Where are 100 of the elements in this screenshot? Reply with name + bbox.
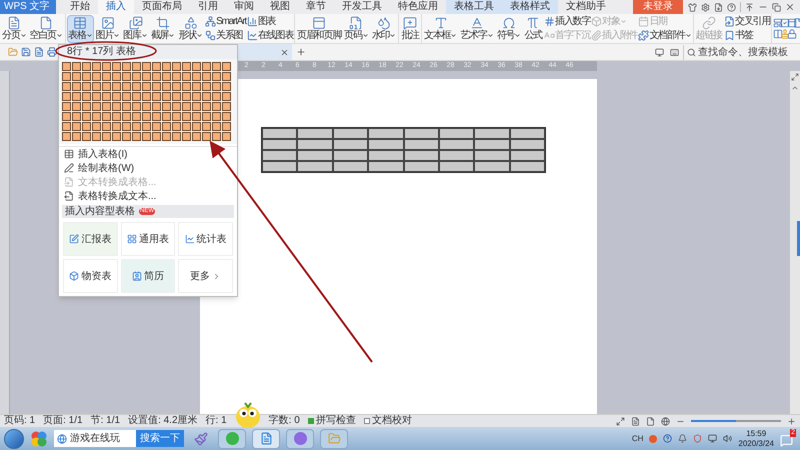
paint-icon[interactable] xyxy=(194,432,208,446)
grid-cell[interactable] xyxy=(112,72,121,81)
ribbon-button[interactable]: 公式 xyxy=(523,14,543,42)
colorful-app-icon[interactable] xyxy=(30,430,48,448)
grid-cell[interactable] xyxy=(192,122,201,131)
grid-cell[interactable] xyxy=(62,82,71,91)
grid-cell[interactable] xyxy=(202,92,211,101)
grid-cell[interactable] xyxy=(102,132,111,141)
grid-cell[interactable] xyxy=(102,112,111,121)
ribbon-button[interactable]: 图库 xyxy=(122,14,149,42)
grid-cell[interactable] xyxy=(62,72,71,81)
grid-cell[interactable] xyxy=(72,62,81,71)
grid-cell[interactable] xyxy=(162,92,171,101)
close-icon[interactable] xyxy=(785,2,795,12)
ribbon-button[interactable]: 艺术字 xyxy=(459,14,495,42)
grid-cell[interactable] xyxy=(142,72,151,81)
menu-item[interactable]: 绘制表格(W) xyxy=(59,161,237,175)
grid-cell[interactable] xyxy=(112,112,121,121)
grid-cell[interactable] xyxy=(62,92,71,101)
close-icon[interactable] xyxy=(280,48,289,56)
panel-icon[interactable] xyxy=(786,18,797,28)
grid-cell[interactable] xyxy=(142,62,151,71)
menu-tab[interactable]: 表格工具 xyxy=(446,0,502,14)
grid-cell[interactable] xyxy=(192,72,201,81)
shirt-icon[interactable] xyxy=(688,2,697,12)
zoom-in-icon[interactable] xyxy=(787,416,796,426)
grid-cell[interactable] xyxy=(162,112,171,121)
grid-cell[interactable] xyxy=(122,82,131,91)
grid-cell[interactable] xyxy=(92,132,101,141)
grid-cell[interactable] xyxy=(192,92,201,101)
grid-cell[interactable] xyxy=(172,92,181,101)
page-icon[interactable] xyxy=(646,416,655,426)
grid-cell[interactable] xyxy=(112,62,121,71)
grid-cell[interactable] xyxy=(212,82,221,91)
ribbon-button[interactable]: 批注 xyxy=(400,14,420,42)
ribbon-button[interactable]: 空白页 xyxy=(28,14,64,42)
grid-cell[interactable] xyxy=(82,122,91,131)
grid-cell[interactable] xyxy=(202,72,211,81)
grid-cell[interactable] xyxy=(152,132,161,141)
grid-cell[interactable] xyxy=(172,112,181,121)
grid-cell[interactable] xyxy=(112,122,121,131)
grid-cell[interactable] xyxy=(112,92,121,101)
grid-cell[interactable] xyxy=(222,132,231,141)
template-card[interactable]: 物资表 xyxy=(63,259,118,293)
grid-cell[interactable] xyxy=(172,72,181,81)
grid-cell[interactable] xyxy=(132,122,141,131)
grid-cell[interactable] xyxy=(112,132,121,141)
grid-cell[interactable] xyxy=(92,112,101,121)
menu-tab[interactable]: 插入 xyxy=(98,0,134,14)
template-card[interactable]: 通用表 xyxy=(120,222,176,256)
grid-cell[interactable] xyxy=(132,72,141,81)
grid-cell[interactable] xyxy=(142,102,151,111)
ribbon-button[interactable]: 在线图表 xyxy=(246,30,294,42)
grid-cell[interactable] xyxy=(82,62,91,71)
notification-icon[interactable] xyxy=(780,434,793,446)
grid-cell[interactable] xyxy=(162,102,171,111)
grid-cell[interactable] xyxy=(222,102,231,111)
ribbon-button[interactable]: 页码 xyxy=(343,14,370,42)
grid-cell[interactable] xyxy=(162,122,171,131)
volume-icon[interactable] xyxy=(723,434,732,443)
web-search-field[interactable]: 游戏在线玩 xyxy=(54,430,136,447)
grid-cell[interactable] xyxy=(72,72,81,81)
scroll-up-icon[interactable] xyxy=(791,84,799,92)
ribbon-button[interactable]: 文档部件 xyxy=(638,30,692,42)
grid-cell[interactable] xyxy=(152,62,161,71)
layout-icon[interactable] xyxy=(773,18,784,28)
grid-cell[interactable] xyxy=(62,132,71,141)
ribbon-button[interactable]: SmartArt xyxy=(205,16,246,28)
file-icon[interactable] xyxy=(714,2,723,12)
template-card[interactable]: 统计表 xyxy=(178,222,233,256)
grid-cell[interactable] xyxy=(102,72,111,81)
grid-cell[interactable] xyxy=(62,112,71,121)
grid-cell[interactable] xyxy=(132,132,141,141)
menu-tab[interactable]: 开发工具 xyxy=(334,0,390,14)
grid-cell[interactable] xyxy=(92,62,101,71)
language-indicator[interactable]: CH xyxy=(632,432,644,444)
grid-cell[interactable] xyxy=(172,82,181,91)
status-toggle[interactable]: 拼写检查 xyxy=(308,415,356,427)
monitor-icon[interactable] xyxy=(655,48,664,56)
shield-icon[interactable] xyxy=(693,434,702,443)
grid-cell[interactable] xyxy=(152,122,161,131)
grid-cell[interactable] xyxy=(122,92,131,101)
grid-cell[interactable] xyxy=(192,112,201,121)
table-size-grid[interactable] xyxy=(59,59,237,144)
grid-cell[interactable] xyxy=(172,122,181,131)
grid-cell[interactable] xyxy=(62,122,71,131)
grid-cell[interactable] xyxy=(82,72,91,81)
grid-cell[interactable] xyxy=(152,112,161,121)
grid-cell[interactable] xyxy=(62,102,71,111)
help-icon[interactable] xyxy=(727,2,736,12)
grid-cell[interactable] xyxy=(102,62,111,71)
grid-cell[interactable] xyxy=(62,62,71,71)
menu-tab[interactable]: 特色应用 xyxy=(390,0,446,14)
grid-cell[interactable] xyxy=(92,92,101,101)
grid-cell[interactable] xyxy=(102,92,111,101)
fullscreen-icon[interactable] xyxy=(616,416,625,426)
lock-icon[interactable] xyxy=(786,29,797,39)
ribbon-button[interactable]: 截屏 xyxy=(150,14,176,42)
ribbon-button[interactable]: 书签 xyxy=(724,30,770,42)
grid-cell[interactable] xyxy=(142,92,151,101)
